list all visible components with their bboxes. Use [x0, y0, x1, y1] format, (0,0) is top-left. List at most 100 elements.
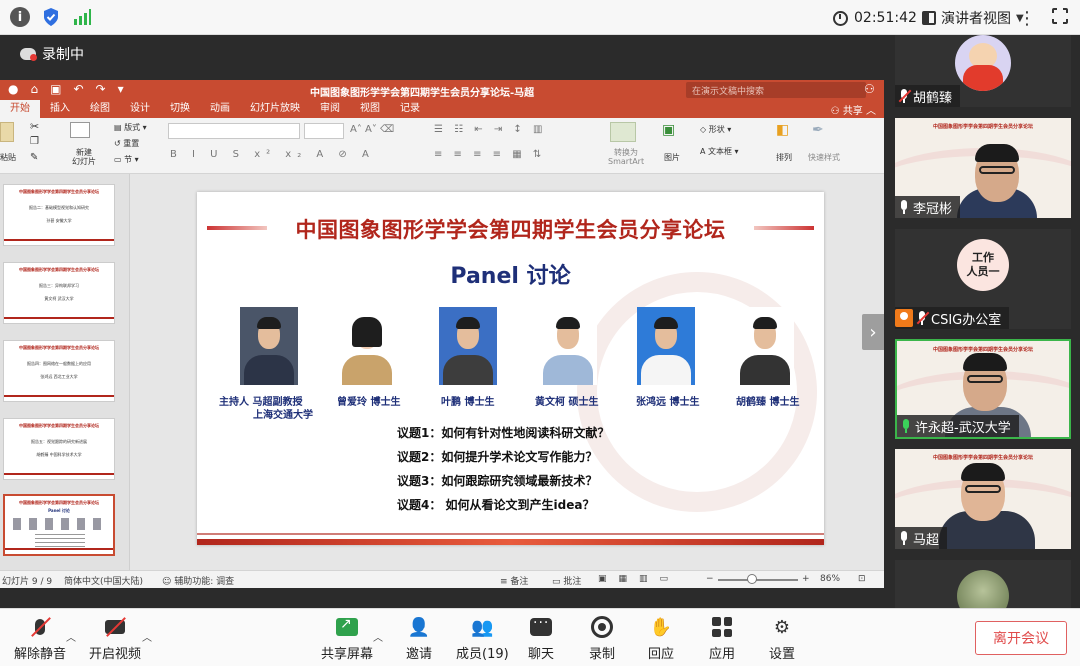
search-input[interactable]: 在演示文稿中搜索 — [686, 82, 866, 98]
share-screen-icon — [336, 616, 358, 636]
section-button[interactable]: ▭ 节 ▾ — [114, 154, 139, 165]
accessibility-status[interactable]: ☺ 辅助功能: 调查 — [162, 574, 234, 587]
thumbnail-title: 中国图象图形学学会第四期学生会员分享论坛 — [19, 423, 99, 428]
unmute-button[interactable]: 解除静音 — [14, 615, 66, 663]
slide-thumbnail-selected[interactable]: 中国图象图形学学会第四期学生会员分享论坛 Panel 讨论 — [3, 494, 115, 556]
participant-tile[interactable] — [895, 560, 1071, 608]
comments-button[interactable]: ▭ 批注 — [552, 574, 581, 587]
chevron-right-icon[interactable]: › — [862, 314, 884, 350]
view-mode-dropdown[interactable]: 演讲者视图 ▼ — [922, 8, 1024, 28]
paragraph-align-buttons[interactable]: ≡ ≡ ≡ ≡ ▦ ⇅ — [434, 149, 545, 160]
leave-meeting-button[interactable]: 离开会议 — [975, 621, 1067, 655]
info-icon[interactable]: i — [10, 7, 30, 27]
fullscreen-icon[interactable] — [1051, 7, 1069, 25]
start-video-button[interactable]: 开启视频 — [89, 615, 141, 663]
smartart-label: 转换为 SmartArt — [608, 148, 645, 166]
tab-slideshow[interactable]: 幻灯片放映 — [240, 100, 310, 118]
tab-review[interactable]: 审阅 — [310, 100, 350, 118]
quick-style-icon[interactable]: ✒ — [812, 122, 824, 138]
picture-icon[interactable]: ▣ — [662, 122, 675, 138]
font-grow-shrink[interactable]: A˄ A˅ ⌫ — [350, 124, 394, 135]
panelist-photo — [338, 307, 396, 385]
thumbnail-line: 报告五：视觉跟踪的研究新进展 — [31, 439, 87, 444]
shield-icon[interactable] — [41, 7, 61, 27]
panelist-photo — [736, 307, 794, 385]
customize-icon[interactable]: ▾ — [118, 82, 124, 96]
reset-button[interactable]: ↺ 重置 — [114, 138, 139, 149]
participant-tile[interactable]: 胡鹤臻 — [895, 35, 1071, 107]
share-options-caret[interactable]: ︿ — [373, 629, 383, 644]
participant-name: 许永超-武汉大学 — [915, 420, 1011, 436]
audio-options-caret[interactable]: ︿ — [66, 629, 76, 644]
network-signal-icon[interactable] — [72, 7, 92, 27]
tab-animations[interactable]: 动画 — [200, 100, 240, 118]
thumbnail-line: 黄文柯 武汉大学 — [44, 296, 74, 301]
paragraph-list-buttons[interactable]: ☰ ☷ ⇤ ⇥ ↕ ▥ — [434, 124, 546, 135]
participant-tile[interactable]: 工作 人员一 CSIG办公室 — [895, 229, 1071, 329]
redo-icon[interactable]: ↷ — [96, 82, 106, 96]
cut-icon[interactable]: ✂ — [30, 120, 39, 133]
chat-button[interactable]: 聊天 — [528, 615, 554, 663]
participant-tile-active-speaker[interactable]: 中国图象图形学学会第四期学生会员分享论坛 许永超-武汉大学 — [895, 339, 1071, 439]
copy-icon[interactable]: ❐ — [30, 136, 39, 147]
participant-tile[interactable]: 中国图象图形学学会第四期学生会员分享论坛 李冠彬 — [895, 118, 1071, 218]
layout-button[interactable]: ▤ 版式 ▾ — [114, 122, 147, 133]
slide-thumbnail[interactable]: 中国图象图形学学会第四期学生会员分享论坛 报告五：视觉跟踪的研究新进展 胡鹤臻 … — [3, 418, 115, 480]
zoom-out-icon[interactable]: − — [706, 574, 714, 584]
tab-home[interactable]: 开始 — [0, 100, 40, 118]
arrange-icon[interactable]: ◧ — [776, 122, 789, 138]
video-background-title: 中国图象图形学学会第四期学生会员分享论坛 — [932, 455, 1033, 461]
apps-grid-icon — [712, 617, 732, 637]
new-slide-icon[interactable] — [70, 122, 90, 138]
slide-thumbnails-panel[interactable]: 中国图象图形学学会第四期学生会员分享论坛 报告二：基础模型视觉和认知研究 孙甚 … — [0, 174, 130, 588]
share-button[interactable]: ⚇ 共享 ︿ — [831, 102, 876, 117]
invite-button[interactable]: 👤 邀请 — [406, 615, 432, 663]
mic-muted-icon — [916, 311, 930, 325]
home-icon[interactable]: ⌂ — [30, 82, 38, 96]
view-buttons[interactable]: ▣▦▥▭ — [598, 574, 680, 584]
slide-thumbnail[interactable]: 中国图象图形学学会第四期学生会员分享论坛 报告三：异构联邦学习 黄文柯 武汉大学 — [3, 262, 115, 324]
save-icon[interactable]: ▣ — [50, 82, 61, 96]
font-style-buttons[interactable]: B I U S x² x₂ A ⊘ A — [170, 149, 375, 160]
participant-name-tag: 胡鹤臻 — [895, 85, 961, 107]
settings-button[interactable]: ⚙ 设置 — [769, 615, 795, 663]
tab-draw[interactable]: 绘图 — [80, 100, 120, 118]
paste-icon[interactable] — [0, 122, 14, 142]
tab-design[interactable]: 设计 — [120, 100, 160, 118]
shape-button[interactable]: ◇ 形状 ▾ — [700, 124, 731, 135]
undo-icon[interactable]: ↶ — [73, 82, 83, 96]
format-painter-icon[interactable]: ✎ — [30, 152, 38, 163]
tab-insert[interactable]: 插入 — [40, 100, 80, 118]
zoom-slider[interactable] — [718, 579, 798, 581]
cloud-record-icon — [20, 48, 37, 61]
apps-button[interactable]: 应用 — [709, 615, 735, 663]
tab-transitions[interactable]: 切换 — [160, 100, 200, 118]
members-button[interactable]: 👥 成员(19) — [456, 615, 509, 663]
slide-thumbnail[interactable]: 中国图象图形学学会第四期学生会员分享论坛 报告四：图网络在一般数据上的应用 张鸿… — [3, 340, 115, 402]
notes-label: 备注 — [510, 577, 529, 587]
font-family-select[interactable] — [168, 123, 300, 139]
more-icon[interactable]: ⋮ — [1018, 8, 1036, 29]
zoom-slider-handle[interactable] — [747, 574, 757, 584]
add-user-icon: 👤 — [407, 616, 431, 638]
font-size-select[interactable] — [304, 123, 344, 139]
user-icon[interactable]: ⚇ — [864, 82, 875, 96]
slide-thumbnail[interactable]: 中国图象图形学学会第四期学生会员分享论坛 报告二：基础模型视觉和认知研究 孙甚 … — [3, 184, 115, 246]
paste-label: 粘贴 — [0, 153, 16, 162]
tab-record[interactable]: 记录 — [390, 100, 430, 118]
thumbnail-line: 报告三：异构联邦学习 — [39, 283, 79, 288]
notes-button[interactable]: ≡ 备注 — [500, 574, 528, 587]
zoom-in-icon[interactable]: + — [802, 574, 810, 584]
participant-tile[interactable]: 中国图象图形学学会第四期学生会员分享论坛 马超 — [895, 449, 1071, 549]
tab-view[interactable]: 视图 — [350, 100, 390, 118]
zoom-level[interactable]: 86% — [820, 574, 840, 584]
video-options-caret[interactable]: ︿ — [142, 629, 152, 644]
slide-editor-canvas[interactable]: 中国图象图形学学会第四期学生会员分享论坛 Panel 讨论 主持人 马超副教授 — [131, 174, 884, 570]
record-button[interactable]: 录制 — [589, 615, 615, 663]
language-status[interactable]: 简体中文(中国大陆) — [64, 574, 143, 587]
textbox-button[interactable]: A 文本框 ▾ — [700, 146, 739, 157]
react-button[interactable]: ✋ 回应 — [648, 615, 674, 663]
smartart-icon[interactable] — [610, 122, 636, 142]
share-screen-button[interactable]: 共享屏幕 — [321, 615, 373, 663]
fit-slide-icon[interactable]: ⊡ — [858, 574, 866, 584]
